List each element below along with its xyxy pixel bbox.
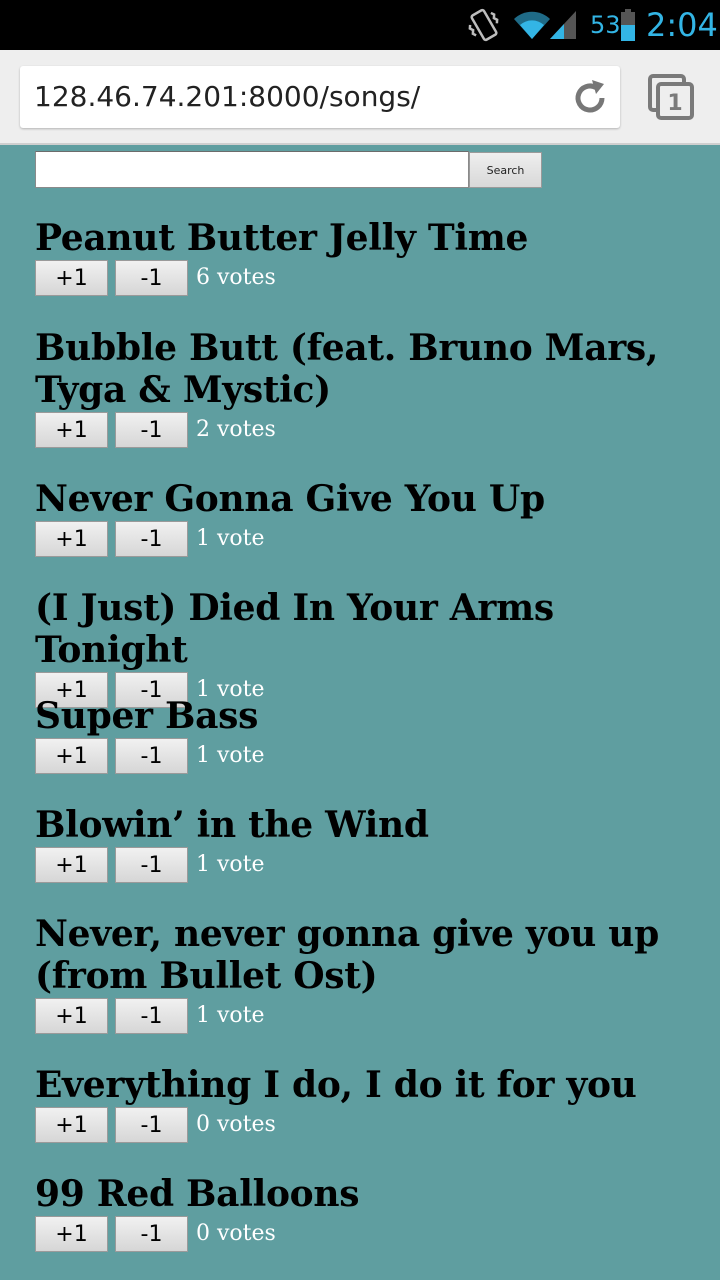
song-title: 99 Red Balloons (35, 1173, 360, 1215)
vote-controls: +1 -1 6 votes (35, 260, 715, 296)
upvote-button[interactable]: +1 (35, 412, 108, 448)
downvote-button[interactable]: -1 (115, 847, 188, 883)
vote-count: 6 votes (196, 265, 276, 290)
vote-controls: +1 -1 0 votes (35, 1107, 715, 1143)
song-item: 99 Red Balloons +1 -1 0 votes (35, 1173, 715, 1252)
vote-controls: +1 -1 2 votes (35, 412, 715, 448)
clock: 2:04 (646, 6, 718, 44)
vibrate-icon (468, 8, 499, 42)
search-button[interactable]: Search (469, 152, 542, 188)
vote-count: 2 votes (196, 417, 276, 442)
vote-count: 1 vote (196, 1003, 265, 1028)
song-item: Never, never gonna give you up (from Bul… (35, 913, 715, 1034)
upvote-button[interactable]: +1 (35, 260, 108, 296)
status-bar: 53 2:04 (0, 0, 720, 50)
vote-count: 1 vote (196, 852, 265, 877)
song-item: Peanut Butter Jelly Time +1 -1 6 votes (35, 217, 715, 296)
vote-count: 0 votes (196, 1112, 276, 1137)
vote-controls: +1 -1 1 vote (35, 521, 715, 557)
upvote-button[interactable]: +1 (35, 738, 108, 774)
song-item: Bubble Butt (feat. Bruno Mars, Tyga & My… (35, 327, 715, 448)
battery-icon (621, 9, 635, 41)
downvote-button[interactable]: -1 (115, 521, 188, 557)
upvote-button[interactable]: +1 (35, 521, 108, 557)
search-input[interactable] (35, 151, 469, 188)
vote-controls: +1 -1 1 vote (35, 998, 715, 1034)
song-title: Never Gonna Give You Up (35, 478, 545, 520)
song-title: Everything I do, I do it for you (35, 1064, 637, 1106)
song-title: Super Bass (35, 695, 259, 737)
song-title: Bubble Butt (feat. Bruno Mars, Tyga & My… (35, 327, 659, 411)
vote-controls: +1 -1 0 votes (35, 1216, 715, 1252)
upvote-button[interactable]: +1 (35, 998, 108, 1034)
song-item: Super Bass +1 -1 1 vote (35, 695, 715, 774)
tab-count: 1 (667, 91, 682, 116)
upvote-button[interactable]: +1 (35, 1216, 108, 1252)
downvote-button[interactable]: -1 (115, 998, 188, 1034)
downvote-button[interactable]: -1 (115, 1216, 188, 1252)
browser-toolbar: 128.46.74.201:8000/songs/ 1 (0, 50, 720, 145)
song-title: Never, never gonna give you up (from Bul… (35, 913, 660, 997)
vote-controls: +1 -1 1 vote (35, 738, 715, 774)
upvote-button[interactable]: +1 (35, 1107, 108, 1143)
upvote-button[interactable]: +1 (35, 847, 108, 883)
vote-count: 1 vote (196, 526, 265, 551)
downvote-button[interactable]: -1 (115, 738, 188, 774)
vote-count: 0 votes (196, 1221, 276, 1246)
song-item: Never Gonna Give You Up +1 -1 1 vote (35, 478, 715, 557)
reload-icon[interactable] (570, 78, 610, 118)
downvote-button[interactable]: -1 (115, 260, 188, 296)
song-item: (I Just) Died In Your Arms Tonight +1 -1… (35, 587, 715, 708)
song-item: Blowin’ in the Wind +1 -1 1 vote (35, 804, 715, 883)
url-text[interactable]: 128.46.74.201:8000/songs/ (34, 78, 420, 116)
page-content: Search Peanut Butter Jelly Time +1 -1 6 … (0, 147, 720, 1280)
downvote-button[interactable]: -1 (115, 412, 188, 448)
tabs-icon[interactable]: 1 (648, 74, 696, 122)
song-title: (I Just) Died In Your Arms Tonight (35, 587, 554, 671)
address-bar[interactable]: 128.46.74.201:8000/songs/ (20, 66, 620, 128)
downvote-button[interactable]: -1 (115, 1107, 188, 1143)
song-title: Blowin’ in the Wind (35, 804, 429, 846)
wifi-icon (514, 11, 550, 39)
song-title: Peanut Butter Jelly Time (35, 217, 529, 259)
vote-count: 1 vote (196, 743, 265, 768)
song-item: Everything I do, I do it for you +1 -1 0… (35, 1064, 715, 1143)
signal-icon (550, 11, 576, 39)
vote-controls: +1 -1 1 vote (35, 847, 715, 883)
battery-level: 53 (590, 11, 621, 39)
